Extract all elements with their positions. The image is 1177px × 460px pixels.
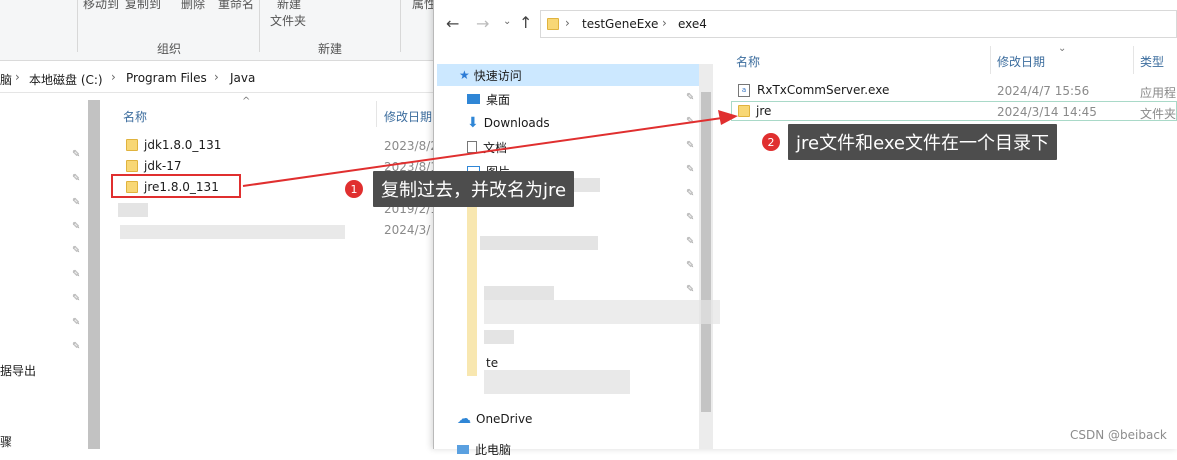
arrow-head-icon — [718, 110, 738, 125]
callout-step1: 复制过去，并改名为jre — [373, 171, 575, 207]
step-number-badge: 2 — [762, 133, 780, 151]
callout-step2: jre文件和exe文件在一个目录下 — [788, 124, 1058, 160]
annotation-arrow-layer — [242, 110, 738, 187]
step-number-badge: 1 — [345, 180, 363, 198]
watermark: CSDN @beiback — [1070, 428, 1167, 442]
